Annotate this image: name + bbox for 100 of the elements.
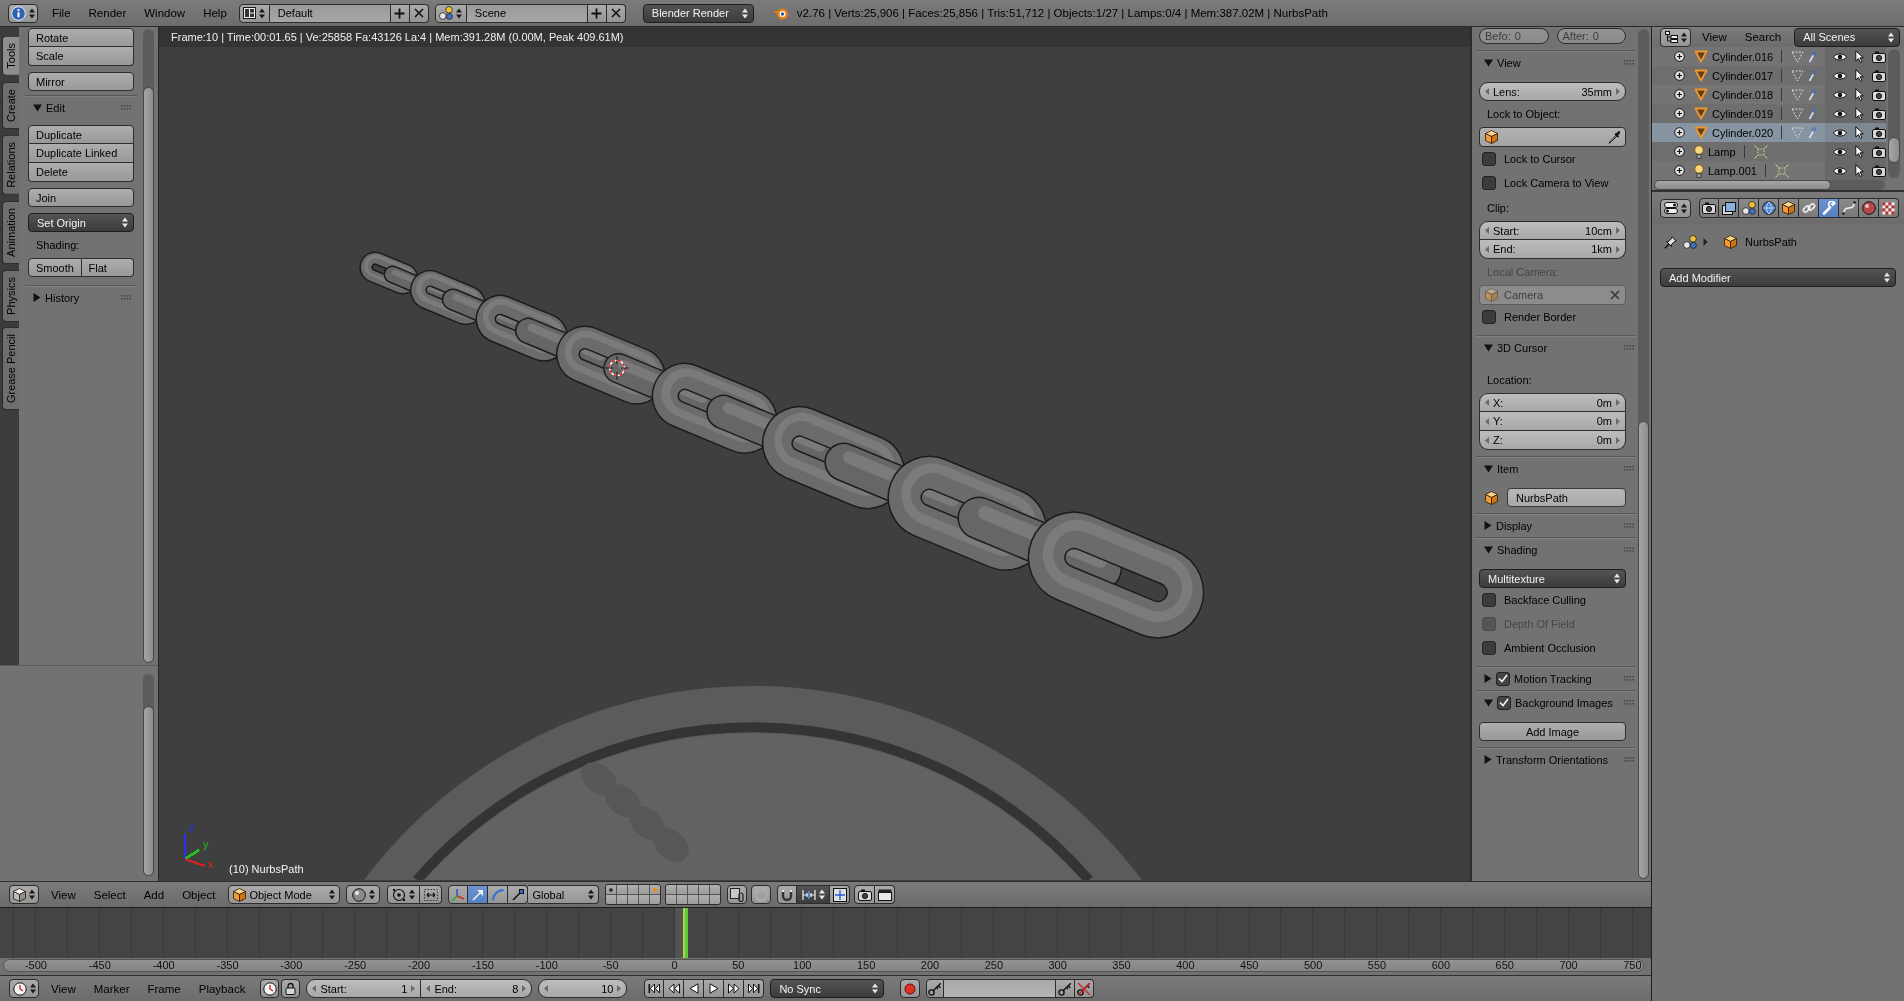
editor-type-button[interactable]: [1660, 27, 1691, 47]
add-scene-button[interactable]: [587, 3, 607, 23]
context-tab[interactable]: [1739, 198, 1759, 218]
mode-dropdown[interactable]: Object Mode: [228, 885, 341, 904]
editor-type-button[interactable]: [8, 3, 38, 23]
playback-button[interactable]: [744, 979, 765, 998]
panel-header[interactable]: Display: [1476, 514, 1636, 537]
manipulator-button[interactable]: [468, 885, 489, 904]
menu-item[interactable]: View: [42, 884, 85, 905]
panel-header[interactable]: View: [1476, 51, 1636, 74]
panel-header[interactable]: Edit: [25, 96, 137, 119]
snap-target-button[interactable]: [830, 885, 851, 904]
dropdown[interactable]: Multitexture: [1479, 569, 1626, 588]
layer-button[interactable]: [650, 885, 661, 894]
add-image-button[interactable]: Add Image: [1479, 722, 1626, 741]
scene-name-field[interactable]: Scene: [466, 3, 588, 23]
panel-header[interactable]: History: [25, 286, 137, 309]
checkbox[interactable]: [1482, 310, 1496, 324]
panel-header[interactable]: Transform Orientations: [1476, 748, 1636, 771]
tool-button[interactable]: Duplicate: [28, 125, 134, 144]
sync-dropdown[interactable]: No Sync: [770, 979, 885, 998]
layer-button[interactable]: [650, 895, 661, 904]
menu-item[interactable]: Search: [1735, 27, 1791, 47]
layer-button[interactable]: [639, 895, 650, 904]
checkbox[interactable]: [1482, 641, 1496, 655]
layer-button[interactable]: [628, 885, 639, 894]
vertical-tab[interactable]: Physics: [2, 269, 19, 322]
layer-button[interactable]: [628, 895, 639, 904]
outliner-row[interactable]: Lamp: [1652, 142, 1886, 161]
insert-keyframe-button[interactable]: [1056, 979, 1076, 998]
current-frame-line[interactable]: [685, 908, 689, 958]
render-engine-dropdown[interactable]: Blender Render: [642, 3, 754, 23]
context-tab[interactable]: [1759, 198, 1779, 218]
panel-header[interactable]: 3D Cursor: [1476, 336, 1636, 359]
editor-type-button[interactable]: [1660, 198, 1691, 218]
menu-item[interactable]: Add: [134, 884, 174, 905]
scene-button[interactable]: [434, 3, 467, 23]
number-field[interactable]: Y: 0m: [1479, 412, 1626, 431]
snap-button[interactable]: [777, 885, 798, 904]
tool-button[interactable]: Duplicate Linked: [28, 144, 134, 163]
vertical-tab[interactable]: Relations: [2, 134, 19, 195]
layer-button[interactable]: [617, 885, 628, 894]
playback-button[interactable]: [704, 979, 725, 998]
object-field[interactable]: [1479, 127, 1626, 147]
preview-range-button[interactable]: [260, 979, 280, 998]
tool-button[interactable]: Flat: [81, 258, 134, 277]
orientation-dropdown[interactable]: Global: [528, 885, 600, 904]
tool-button[interactable]: Smooth: [28, 258, 82, 277]
layer-button[interactable]: [677, 885, 688, 894]
playback-button[interactable]: [724, 979, 745, 998]
menu-item[interactable]: Window: [135, 3, 195, 23]
context-tab[interactable]: [1699, 198, 1719, 218]
layer-button[interactable]: [710, 895, 721, 904]
tool-button[interactable]: Rotate: [28, 28, 134, 47]
context-tab[interactable]: [1719, 198, 1739, 218]
tool-button[interactable]: Join: [28, 188, 134, 207]
layer-button[interactable]: [666, 895, 677, 904]
menu-item[interactable]: File: [43, 3, 80, 23]
tool-button[interactable]: Scale: [28, 47, 134, 66]
context-tab[interactable]: [1839, 198, 1859, 218]
panel-header[interactable]: Shading: [1476, 538, 1636, 561]
panel-header[interactable]: Item: [1476, 457, 1636, 480]
menu-item[interactable]: View: [1693, 27, 1736, 47]
menu-item[interactable]: View: [42, 978, 85, 999]
checkbox[interactable]: [1497, 695, 1511, 710]
checkbox[interactable]: [1496, 671, 1510, 686]
outliner-row[interactable]: Cylinder.020: [1652, 123, 1886, 142]
vertical-tab[interactable]: Tools: [2, 36, 19, 76]
editor-type-button[interactable]: [9, 979, 39, 998]
pivot-dropdown[interactable]: [387, 885, 421, 904]
outliner-row[interactable]: Cylinder.019: [1652, 104, 1886, 123]
screen-name-field[interactable]: Default: [269, 3, 391, 23]
number-field[interactable]: End: 8: [421, 979, 533, 998]
delete-scene-button[interactable]: [606, 3, 626, 23]
name-field[interactable]: NurbsPath: [1507, 488, 1626, 507]
context-tab[interactable]: [1819, 198, 1839, 218]
context-tab[interactable]: [1779, 198, 1799, 218]
layer-button[interactable]: [688, 895, 699, 904]
manipulator-button[interactable]: [448, 885, 469, 904]
editor-type-button[interactable]: [9, 885, 39, 904]
layer-button[interactable]: [606, 895, 617, 904]
playback-button[interactable]: [644, 979, 665, 998]
tool-button[interactable]: Delete: [28, 163, 134, 182]
add-modifier-dropdown[interactable]: Add Modifier: [1660, 268, 1896, 287]
outliner-row[interactable]: Cylinder.017: [1652, 66, 1886, 85]
menu-item[interactable]: Help: [194, 3, 236, 23]
layer-button[interactable]: [688, 885, 699, 894]
menu-item[interactable]: Object: [173, 884, 225, 905]
render-animation-button[interactable]: [875, 885, 896, 904]
context-tab[interactable]: [1859, 198, 1879, 218]
number-field[interactable]: Lens: 35mm: [1479, 82, 1626, 101]
keying-set-button[interactable]: [926, 979, 945, 998]
keying-set-field[interactable]: [944, 979, 1057, 998]
checkbox[interactable]: [1482, 152, 1496, 166]
menu-item[interactable]: Render: [79, 3, 136, 23]
layer-button[interactable]: [699, 885, 710, 894]
snap-element-dropdown[interactable]: [797, 885, 831, 904]
timeline-track[interactable]: [0, 908, 1651, 958]
context-tab[interactable]: [1879, 198, 1899, 218]
layer-button[interactable]: [617, 895, 628, 904]
